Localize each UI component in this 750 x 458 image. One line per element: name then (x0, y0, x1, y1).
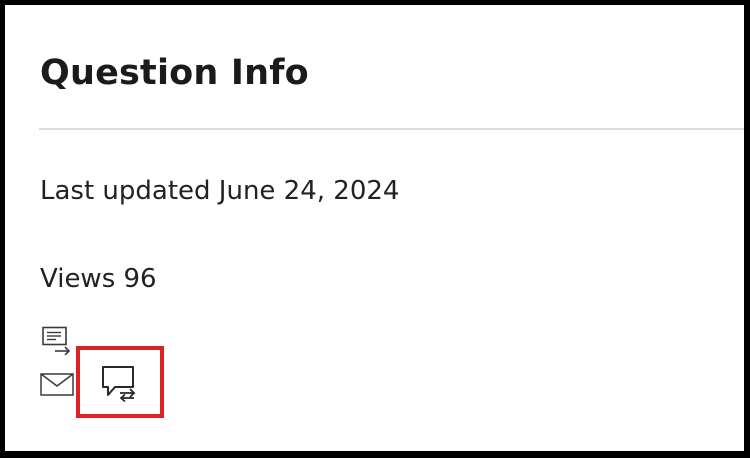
divider (39, 128, 744, 130)
last-updated-text: Last updated June 24, 2024 (40, 176, 400, 206)
mail-icon[interactable] (40, 373, 74, 396)
panel-title: Question Info (40, 53, 309, 93)
chat-share-icon[interactable] (101, 365, 139, 402)
views-count: Views 96 (40, 264, 157, 294)
comment-link-icon[interactable] (41, 326, 72, 355)
question-info-panel: Question Info Last updated June 24, 2024… (5, 5, 744, 451)
